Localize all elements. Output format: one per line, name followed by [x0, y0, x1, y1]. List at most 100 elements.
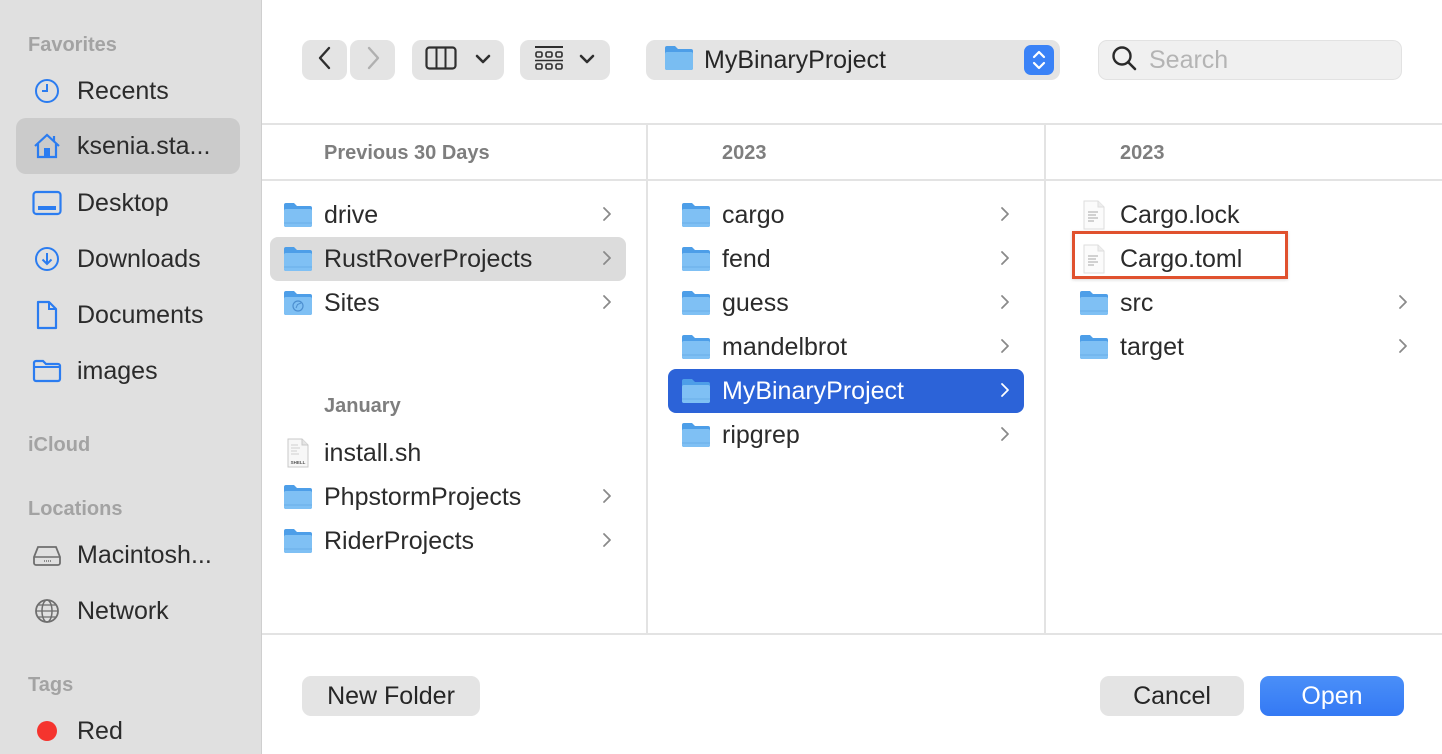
svg-text:SHELL: SHELL: [291, 460, 306, 465]
path-popup-label: MyBinaryProject: [704, 45, 886, 74]
sidebar-item-label: ksenia.sta...: [77, 131, 211, 160]
chevron-right-icon: [1000, 337, 1010, 360]
list-item[interactable]: guess: [668, 281, 1024, 325]
list-item[interactable]: SHELL install.sh: [270, 431, 626, 475]
group-header: 2023: [722, 142, 767, 164]
chevron-right-icon: [602, 487, 612, 510]
globe-icon: [32, 596, 62, 626]
columns-view-icon: [425, 45, 457, 75]
list-item-label: RustRoverProjects: [324, 244, 533, 273]
sidebar-item-label: Recents: [77, 76, 169, 105]
column-2: 2023 cargo fend guess mandelbrot MyBinaryPro…: [648, 125, 1046, 635]
list-item-label: cargo: [722, 200, 785, 229]
sidebar-item-label: Desktop: [77, 188, 169, 217]
list-item[interactable]: Sites: [270, 281, 626, 325]
list-item[interactable]: PhpstormProjects: [270, 475, 626, 519]
folder-icon: [680, 376, 712, 406]
cancel-button[interactable]: Cancel: [1100, 676, 1244, 716]
desktop-icon: [32, 188, 62, 218]
folder-icon: [1078, 288, 1110, 318]
list-item-label: ripgrep: [722, 420, 800, 449]
hard-drive-icon: [32, 540, 62, 570]
list-item[interactable]: cargo: [668, 193, 1024, 237]
list-item[interactable]: src: [1066, 281, 1422, 325]
chevron-right-icon: [1000, 425, 1010, 448]
path-popup[interactable]: MyBinaryProject: [646, 40, 1060, 80]
folder-icon: [680, 244, 712, 274]
sidebar-item-label: Macintosh...: [77, 540, 212, 569]
list-item[interactable]: MyBinaryProject: [668, 369, 1024, 413]
sites-folder-icon: [282, 288, 314, 318]
column-header: 2023: [1046, 125, 1442, 181]
folder-icon: [282, 244, 314, 274]
chevron-right-icon: [602, 293, 612, 316]
list-item[interactable]: RiderProjects: [270, 519, 626, 563]
download-icon: [32, 244, 62, 274]
list-item[interactable]: target: [1066, 325, 1422, 369]
clock-icon: [32, 76, 62, 106]
list-item-label: fend: [722, 244, 771, 273]
list-item-label: src: [1120, 288, 1154, 317]
sidebar-item-images[interactable]: images: [16, 343, 240, 399]
sidebar-item-tag-red[interactable]: Red: [16, 703, 240, 754]
list-item-label: guess: [722, 288, 789, 317]
view-mode-button[interactable]: [412, 40, 504, 80]
list-item-label: target: [1120, 332, 1184, 361]
list-item-label: Sites: [324, 288, 380, 317]
list-item[interactable]: drive: [270, 193, 626, 237]
forward-button[interactable]: [350, 40, 395, 80]
search-field[interactable]: [1098, 40, 1402, 80]
chevron-right-icon: [1398, 337, 1408, 360]
list-item[interactable]: Cargo.lock: [1066, 193, 1422, 237]
folder-icon: [680, 420, 712, 450]
sidebar-section-favorites: Favorites: [28, 34, 117, 56]
sidebar-item-label: Downloads: [77, 244, 201, 273]
sidebar-item-recents[interactable]: Recents: [16, 63, 240, 119]
list-item-label: Cargo.toml: [1120, 244, 1243, 273]
chevron-right-icon: [602, 531, 612, 554]
new-folder-button[interactable]: New Folder: [302, 676, 480, 716]
group-header: January: [324, 395, 401, 417]
list-item[interactable]: mandelbrot: [668, 325, 1024, 369]
text-file-icon: [1078, 244, 1110, 274]
folder-icon: [32, 356, 62, 386]
text-file-icon: [1078, 200, 1110, 230]
chevron-down-icon: [475, 51, 491, 69]
sidebar-item-label: Network: [77, 596, 169, 625]
list-item[interactable]: Cargo.toml: [1066, 237, 1422, 281]
search-input[interactable]: [1149, 45, 1379, 75]
sidebar-item-documents[interactable]: Documents: [16, 287, 240, 343]
column-3: 2023 Cargo.lock Cargo.toml src target: [1046, 125, 1442, 635]
list-item[interactable]: fend: [668, 237, 1024, 281]
sidebar-item-downloads[interactable]: Downloads: [16, 231, 240, 287]
sidebar-item-label: Red: [77, 716, 123, 745]
folder-icon: [1078, 332, 1110, 362]
list-item[interactable]: ripgrep: [668, 413, 1024, 457]
chevron-right-icon: [1000, 205, 1010, 228]
chevron-right-icon: [1398, 293, 1408, 316]
chevron-right-icon: [1000, 293, 1010, 316]
open-button[interactable]: Open: [1260, 676, 1404, 716]
list-item-label: PhpstormProjects: [324, 482, 522, 511]
list-item-label: drive: [324, 200, 379, 229]
column-browser: Previous 30 Days drive RustRoverProjects S…: [262, 123, 1442, 635]
list-item[interactable]: RustRoverProjects: [270, 237, 626, 281]
sidebar-section-tags: Tags: [28, 674, 74, 696]
column-1: Previous 30 Days drive RustRoverProjects S…: [262, 125, 648, 635]
column-header: 2023: [648, 125, 1044, 181]
folder-icon: [680, 332, 712, 362]
group-mode-button[interactable]: [520, 40, 610, 80]
chevron-down-icon: [579, 51, 595, 69]
sidebar-section-locations: Locations: [28, 498, 123, 520]
sidebar-item-network[interactable]: Network: [16, 583, 240, 639]
sidebar-item-desktop[interactable]: Desktop: [16, 175, 240, 231]
shell-script-file-icon: SHELL: [282, 438, 314, 468]
group-header: 2023: [1120, 142, 1165, 164]
sidebar-section-icloud[interactable]: iCloud: [28, 434, 90, 457]
chevron-right-icon: [602, 205, 612, 228]
list-item-label: Cargo.lock: [1120, 200, 1240, 229]
back-button[interactable]: [302, 40, 347, 80]
sidebar-item-macintosh-hd[interactable]: Macintosh...: [16, 527, 240, 583]
red-tag-dot-icon: [32, 716, 62, 746]
sidebar-item-home[interactable]: ksenia.sta...: [16, 118, 240, 174]
